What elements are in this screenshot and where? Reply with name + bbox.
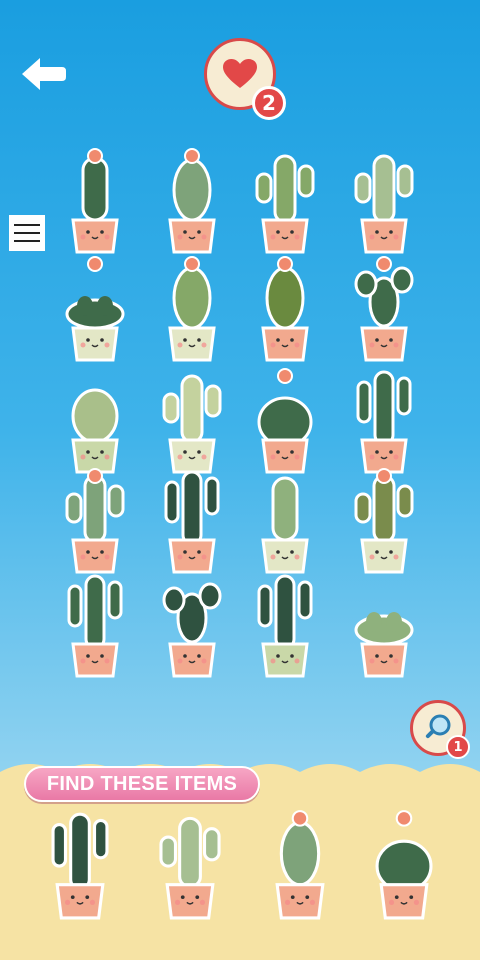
cactus-oval-olive[interactable]: [245, 254, 325, 362]
hint-count-badge: 1: [446, 735, 470, 759]
cactus-tall-arms[interactable]: [55, 466, 135, 574]
cactus-arms[interactable]: [245, 146, 325, 254]
cactus-oval-flower[interactable]: [152, 146, 232, 254]
cactus-oval-pink[interactable]: [152, 254, 232, 362]
target-barrel: [362, 808, 446, 920]
target-saguaro: [38, 808, 122, 920]
cactus-saguaro-green[interactable]: [55, 570, 135, 678]
target-arms-light: [148, 808, 232, 920]
cactus-tall-flower[interactable]: [55, 146, 135, 254]
cactus-grid: [0, 0, 480, 700]
cactus-paddle-dots[interactable]: [152, 570, 232, 678]
cactus-spiky-arms[interactable]: [344, 466, 424, 574]
cactus-column[interactable]: [245, 570, 325, 678]
cactus-barrel[interactable]: [245, 366, 325, 474]
cactus-arms-light[interactable]: [344, 146, 424, 254]
cactus-round[interactable]: [55, 366, 135, 474]
target-oval-flower: [258, 808, 342, 920]
cactus-clump[interactable]: [55, 254, 135, 362]
cactus-grid[interactable]: [245, 466, 325, 574]
cactus-small-arms[interactable]: [152, 366, 232, 474]
find-these-items-label: FIND THESE ITEMS: [24, 766, 260, 802]
cactus-saguaro-dark[interactable]: [152, 466, 232, 574]
cactus-bunny[interactable]: [344, 570, 424, 678]
cactus-paddles[interactable]: [344, 254, 424, 362]
cactus-saguaro[interactable]: [344, 366, 424, 474]
